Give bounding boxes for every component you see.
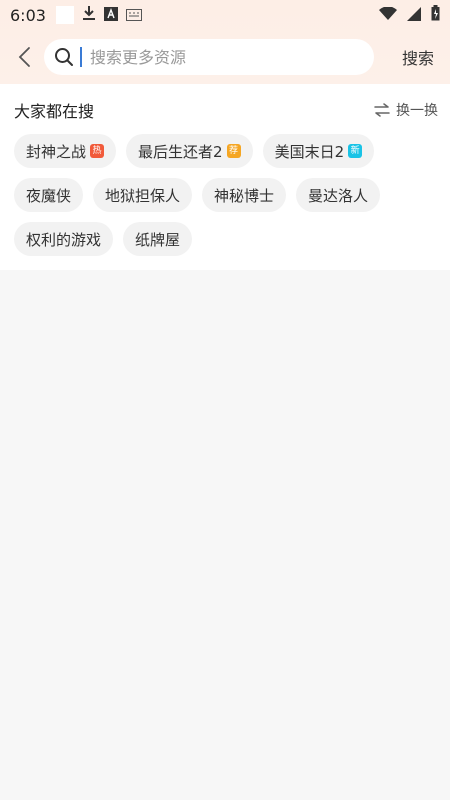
hot-search-title: 大家都在搜 <box>14 102 95 121</box>
hot-tag[interactable]: 地狱担保人 <box>93 178 193 212</box>
hot-tag[interactable]: 美国末日2 新 <box>262 134 375 168</box>
status-time: 6:03 <box>10 5 46 25</box>
swap-icon <box>374 103 390 117</box>
hot-tag-label: 最后生还者2 <box>138 142 223 161</box>
download-icon <box>82 5 96 25</box>
status-bar: 6:03 <box>0 0 450 30</box>
refresh-button[interactable]: 换一换 <box>374 100 438 120</box>
hot-search-header: 大家都在搜 换一换 <box>14 94 438 126</box>
hot-tag[interactable]: 最后生还者2 荐 <box>126 134 253 168</box>
hot-tag-label: 地狱担保人 <box>105 186 181 205</box>
app-a-icon <box>103 6 118 25</box>
wifi-icon <box>379 5 397 25</box>
keyboard-icon <box>125 6 142 25</box>
hot-tag[interactable]: 权利的游戏 <box>14 222 114 256</box>
hot-tag[interactable]: 曼达洛人 <box>296 178 381 212</box>
hot-tag-label: 美国末日2 <box>274 142 345 161</box>
refresh-label: 换一换 <box>396 103 438 119</box>
hot-tag-label: 夜魔侠 <box>26 186 72 205</box>
hot-badge-icon: 热 <box>90 144 105 158</box>
hot-tag-label: 权利的游戏 <box>26 230 102 249</box>
hot-tags: 封神之战 热 最后生还者2 荐 美国末日2 新 夜魔侠 地狱担保人 神秘博士 曼… <box>14 134 438 256</box>
chevron-left-icon <box>18 47 30 67</box>
search-row: 搜索 <box>0 30 450 84</box>
top-header: 6:03 搜索更多资源 搜索 <box>0 0 450 84</box>
hot-tag-label: 封神之战 <box>26 142 87 161</box>
status-icons-right <box>379 5 440 25</box>
hot-tag[interactable]: 封神之战 热 <box>14 134 117 168</box>
search-input[interactable] <box>88 46 362 68</box>
status-icons-left <box>55 5 142 25</box>
search-box[interactable] <box>44 39 374 75</box>
hot-tag-label: 纸牌屋 <box>135 230 181 249</box>
hot-tag[interactable]: 纸牌屋 <box>123 222 193 256</box>
back-button[interactable] <box>10 37 38 77</box>
notification-blank-icon <box>55 6 74 24</box>
signal-icon <box>407 6 421 25</box>
hot-tag[interactable]: 夜魔侠 <box>14 178 84 212</box>
text-caret <box>80 47 82 67</box>
recommend-badge-icon: 荐 <box>226 144 241 158</box>
search-button[interactable]: 搜索 <box>398 39 438 75</box>
hot-tag-label: 曼达洛人 <box>308 186 369 205</box>
hot-tag[interactable]: 神秘博士 <box>202 178 287 212</box>
new-badge-icon: 新 <box>348 144 363 158</box>
hot-tag-label: 神秘博士 <box>214 186 275 205</box>
search-icon <box>55 48 73 66</box>
battery-icon <box>431 5 440 25</box>
hot-search-panel: 大家都在搜 换一换 封神之战 热 最后生还者2 荐 美国末日2 新 夜魔侠 地狱… <box>0 84 450 270</box>
